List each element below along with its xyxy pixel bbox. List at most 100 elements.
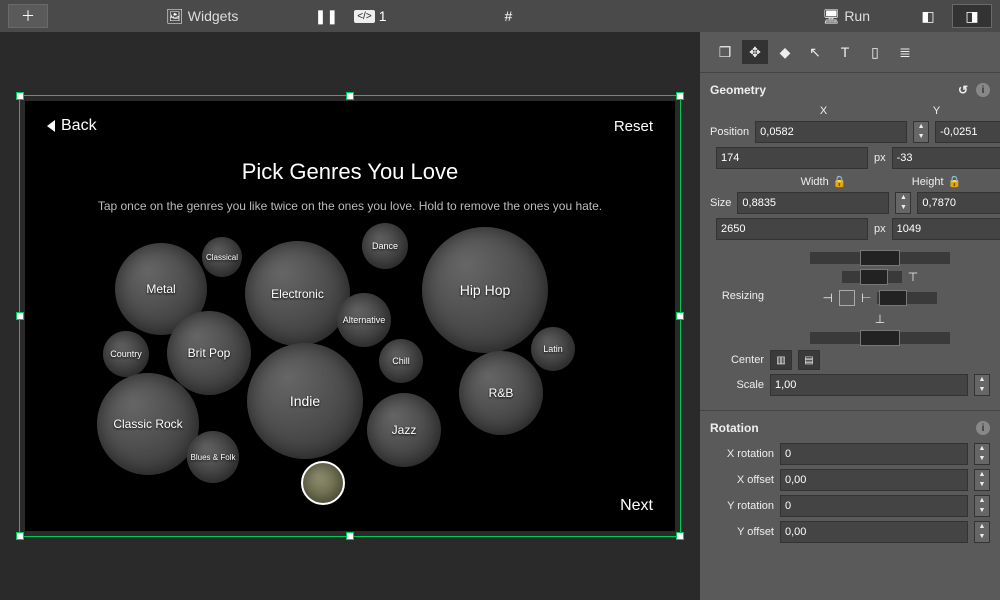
resize-handle[interactable]: [676, 92, 684, 100]
center-v-button[interactable]: ▤: [798, 350, 820, 370]
position-y-px-input[interactable]: [892, 147, 1000, 169]
genre-bubble[interactable]: R&B: [459, 351, 543, 435]
genre-bubble[interactable]: Hip Hop: [422, 227, 548, 353]
widgets-button[interactable]: 🖼 Widgets: [166, 4, 238, 28]
layout-left-button[interactable]: ◧: [908, 4, 948, 28]
size-w-px-input[interactable]: [716, 218, 868, 240]
width-label: Width🔒: [770, 175, 877, 188]
position-x-spinner[interactable]: ▲▼: [913, 121, 929, 143]
geometry-section: Geometry ↺ i X Y Position ▲▼ ▲▼ px: [700, 72, 1000, 410]
size-h-px-input[interactable]: [892, 218, 1000, 240]
anchor-bottom-icon[interactable]: ⊥: [875, 312, 885, 326]
resize-handle[interactable]: [676, 312, 684, 320]
y-rotation-input[interactable]: [780, 495, 968, 517]
cube-icon[interactable]: ❒: [712, 40, 738, 64]
selected-widget[interactable]: Back Reset Pick Genres You Love Tap once…: [25, 101, 675, 531]
topbar: ＋ 🖼 Widgets ❚❚ </> 1 # 🖥 Run ◧ ◨: [0, 0, 1000, 32]
database-icon[interactable]: ≣: [892, 40, 918, 64]
genre-bubble[interactable]: Dance: [362, 223, 408, 269]
genre-bubble[interactable]: Electronic: [245, 241, 350, 346]
resize-handle[interactable]: [16, 92, 24, 100]
center-h-button[interactable]: ▥: [770, 350, 792, 370]
resizing-left-slider[interactable]: [842, 271, 902, 283]
y-offset-label: Y offset: [710, 526, 774, 538]
device-icon[interactable]: ▯: [862, 40, 888, 64]
info-icon[interactable]: i: [976, 421, 990, 435]
reset-button[interactable]: Reset: [614, 118, 653, 135]
anchor-left-icon[interactable]: ⊣: [823, 291, 833, 305]
tool-row: ❒ ✥ ◆ ↖ T ▯ ≣: [700, 32, 1000, 72]
genre-bubble[interactable]: Latin: [531, 327, 575, 371]
move-icon[interactable]: ✥: [742, 40, 768, 64]
reset-geometry-icon[interactable]: ↺: [958, 83, 968, 97]
size-h-input[interactable]: [917, 192, 1000, 214]
scale-spinner[interactable]: ▲▼: [974, 374, 990, 396]
position-x-px-input[interactable]: [716, 147, 868, 169]
resizing-bottom-slider[interactable]: [810, 332, 950, 344]
scale-label: Scale: [710, 379, 764, 391]
resize-handle[interactable]: [346, 92, 354, 100]
anchor-top-icon[interactable]: ⊤: [908, 270, 918, 284]
geometry-title: Geometry: [710, 83, 766, 97]
add-button[interactable]: ＋: [8, 4, 48, 28]
next-button[interactable]: Next: [620, 497, 653, 515]
monitor-icon: 🖥: [823, 8, 841, 25]
image-icon: 🖼: [166, 8, 184, 25]
genre-bubble[interactable]: Country: [103, 331, 149, 377]
layout-right-button[interactable]: ◨: [952, 4, 992, 28]
anchor-right-icon[interactable]: ⊢: [861, 291, 871, 305]
resizing-top-slider[interactable]: [810, 252, 950, 264]
code-count-button[interactable]: </> 1: [350, 4, 390, 28]
x-rotation-label: X rotation: [710, 448, 774, 460]
resize-handle[interactable]: [676, 532, 684, 540]
y-offset-input[interactable]: [780, 521, 968, 543]
anchor-center-icon[interactable]: [839, 290, 855, 306]
properties-panel: ❒ ✥ ◆ ↖ T ▯ ≣ Geometry ↺ i X Y Position: [700, 32, 1000, 600]
x-rotation-spinner[interactable]: ▲▼: [974, 443, 990, 465]
size-w-spinner[interactable]: ▲▼: [895, 192, 911, 214]
pause-button[interactable]: ❚❚: [306, 4, 346, 28]
paint-icon[interactable]: ◆: [772, 40, 798, 64]
height-label: Height🔒: [883, 175, 990, 188]
resize-handle[interactable]: [16, 312, 24, 320]
resize-handle[interactable]: [16, 532, 24, 540]
app-preview: Back Reset Pick Genres You Love Tap once…: [25, 101, 675, 531]
avatar-bubble[interactable]: [301, 461, 345, 505]
size-w-input[interactable]: [737, 192, 889, 214]
x-offset-input[interactable]: [780, 469, 968, 491]
x-axis-label: X: [770, 105, 877, 117]
genre-bubble[interactable]: Classic Rock: [97, 373, 199, 475]
genre-bubble[interactable]: Alternative: [337, 293, 391, 347]
widgets-label: Widgets: [188, 8, 239, 24]
x-offset-label: X offset: [710, 474, 774, 486]
position-label: Position: [710, 126, 749, 138]
lock-icon[interactable]: 🔒: [833, 176, 847, 188]
canvas-area[interactable]: Back Reset Pick Genres You Love Tap once…: [0, 32, 700, 600]
hash-button[interactable]: #: [488, 4, 528, 28]
genre-bubble[interactable]: Indie: [247, 343, 363, 459]
position-x-input[interactable]: [755, 121, 907, 143]
genre-bubble[interactable]: Chill: [379, 339, 423, 383]
run-button[interactable]: 🖥 Run: [823, 4, 870, 28]
back-label: Back: [61, 117, 97, 135]
lock-icon[interactable]: 🔒: [948, 176, 962, 188]
genre-bubble[interactable]: Jazz: [367, 393, 441, 467]
px-unit: px: [874, 152, 886, 164]
x-offset-spinner[interactable]: ▲▼: [974, 469, 990, 491]
resizing-label: Resizing: [710, 290, 764, 302]
info-icon[interactable]: i: [976, 83, 990, 97]
y-rotation-spinner[interactable]: ▲▼: [974, 495, 990, 517]
resizing-right-slider[interactable]: [877, 292, 937, 304]
back-button[interactable]: Back: [47, 117, 97, 135]
cursor-icon[interactable]: ↖: [802, 40, 828, 64]
y-offset-spinner[interactable]: ▲▼: [974, 521, 990, 543]
page-subtitle: Tap once on the genres you like twice on…: [47, 199, 653, 213]
genre-bubble[interactable]: Brit Pop: [167, 311, 251, 395]
genre-bubble[interactable]: Blues & Folk: [187, 431, 239, 483]
text-tool-icon[interactable]: T: [832, 40, 858, 64]
genre-bubble[interactable]: Classical: [202, 237, 242, 277]
position-y-input[interactable]: [935, 121, 1000, 143]
scale-input[interactable]: [770, 374, 968, 396]
resize-handle[interactable]: [346, 532, 354, 540]
x-rotation-input[interactable]: [780, 443, 968, 465]
